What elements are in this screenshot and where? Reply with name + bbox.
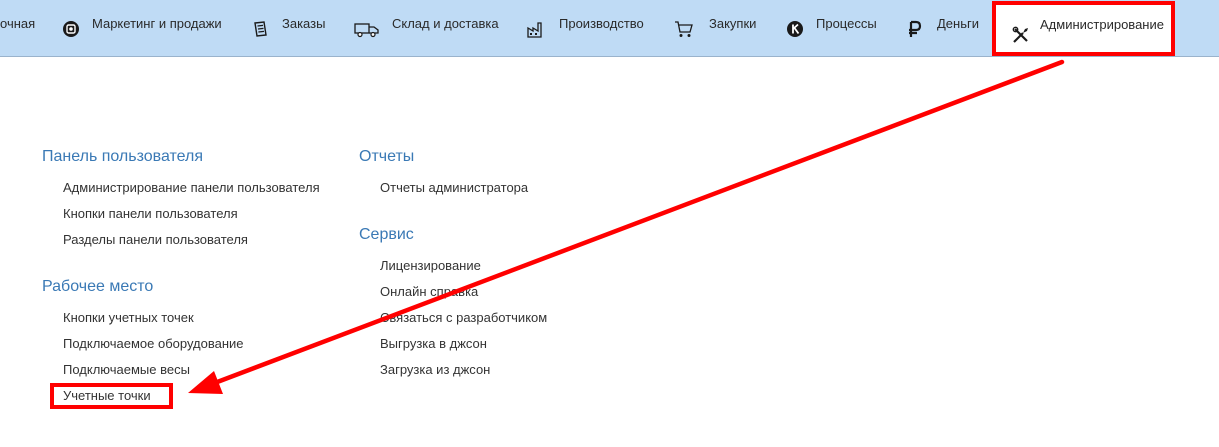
nav-item-label: Склад и доставка: [392, 16, 499, 31]
link-import-json[interactable]: Загрузка из джсон: [380, 362, 490, 377]
nav-item-label: Администрирование: [1040, 17, 1164, 32]
link-licensing[interactable]: Лицензирование: [380, 258, 481, 273]
link-online-help[interactable]: Онлайн справка: [380, 284, 478, 299]
nav-item-label: очная: [0, 16, 36, 31]
link-export-json[interactable]: Выгрузка в джсон: [380, 336, 487, 351]
section-title-workplace: Рабочее место: [42, 278, 154, 295]
link-user-panel-sections[interactable]: Разделы панели пользователя: [63, 232, 248, 247]
annotation-arrow: [188, 59, 1065, 394]
link-user-panel-buttons[interactable]: Кнопки панели пользователя: [63, 206, 238, 221]
cart-icon: [674, 20, 694, 38]
link-accounting-point-buttons[interactable]: Кнопки учетных точек: [63, 310, 194, 325]
annotation-highlight-box: [50, 383, 173, 409]
tools-icon: [1012, 26, 1030, 44]
truck-icon: [354, 20, 380, 38]
factory-icon: [527, 20, 545, 38]
nav-item-label: Процессы: [816, 16, 877, 31]
section-title-user-panel: Панель пользователя: [42, 148, 204, 165]
nav-item-administration[interactable]: Администрирование: [992, 1, 1175, 56]
marketing-icon: [62, 20, 80, 38]
link-user-panel-admin[interactable]: Администрирование панели пользователя: [63, 180, 320, 195]
nav-item-label: Производство: [559, 16, 644, 31]
link-contact-developer[interactable]: Связаться с разработчиком: [380, 310, 547, 325]
link-connected-scales[interactable]: Подключаемые весы: [63, 362, 190, 377]
link-admin-reports[interactable]: Отчеты администратора: [380, 180, 528, 195]
nav-item-label: Заказы: [282, 16, 326, 31]
orders-icon: [251, 20, 269, 38]
nav-item-label: Деньги: [937, 16, 979, 31]
processes-icon: [786, 20, 804, 38]
section-title-reports: Отчеты: [359, 148, 415, 165]
nav-item-label: Маркетинг и продажи: [92, 16, 222, 31]
link-connected-equipment[interactable]: Подключаемое оборудование: [63, 336, 244, 351]
nav-item-label: Закупки: [709, 16, 757, 31]
section-title-service: Сервис: [359, 226, 414, 243]
ruble-icon: [906, 20, 924, 38]
